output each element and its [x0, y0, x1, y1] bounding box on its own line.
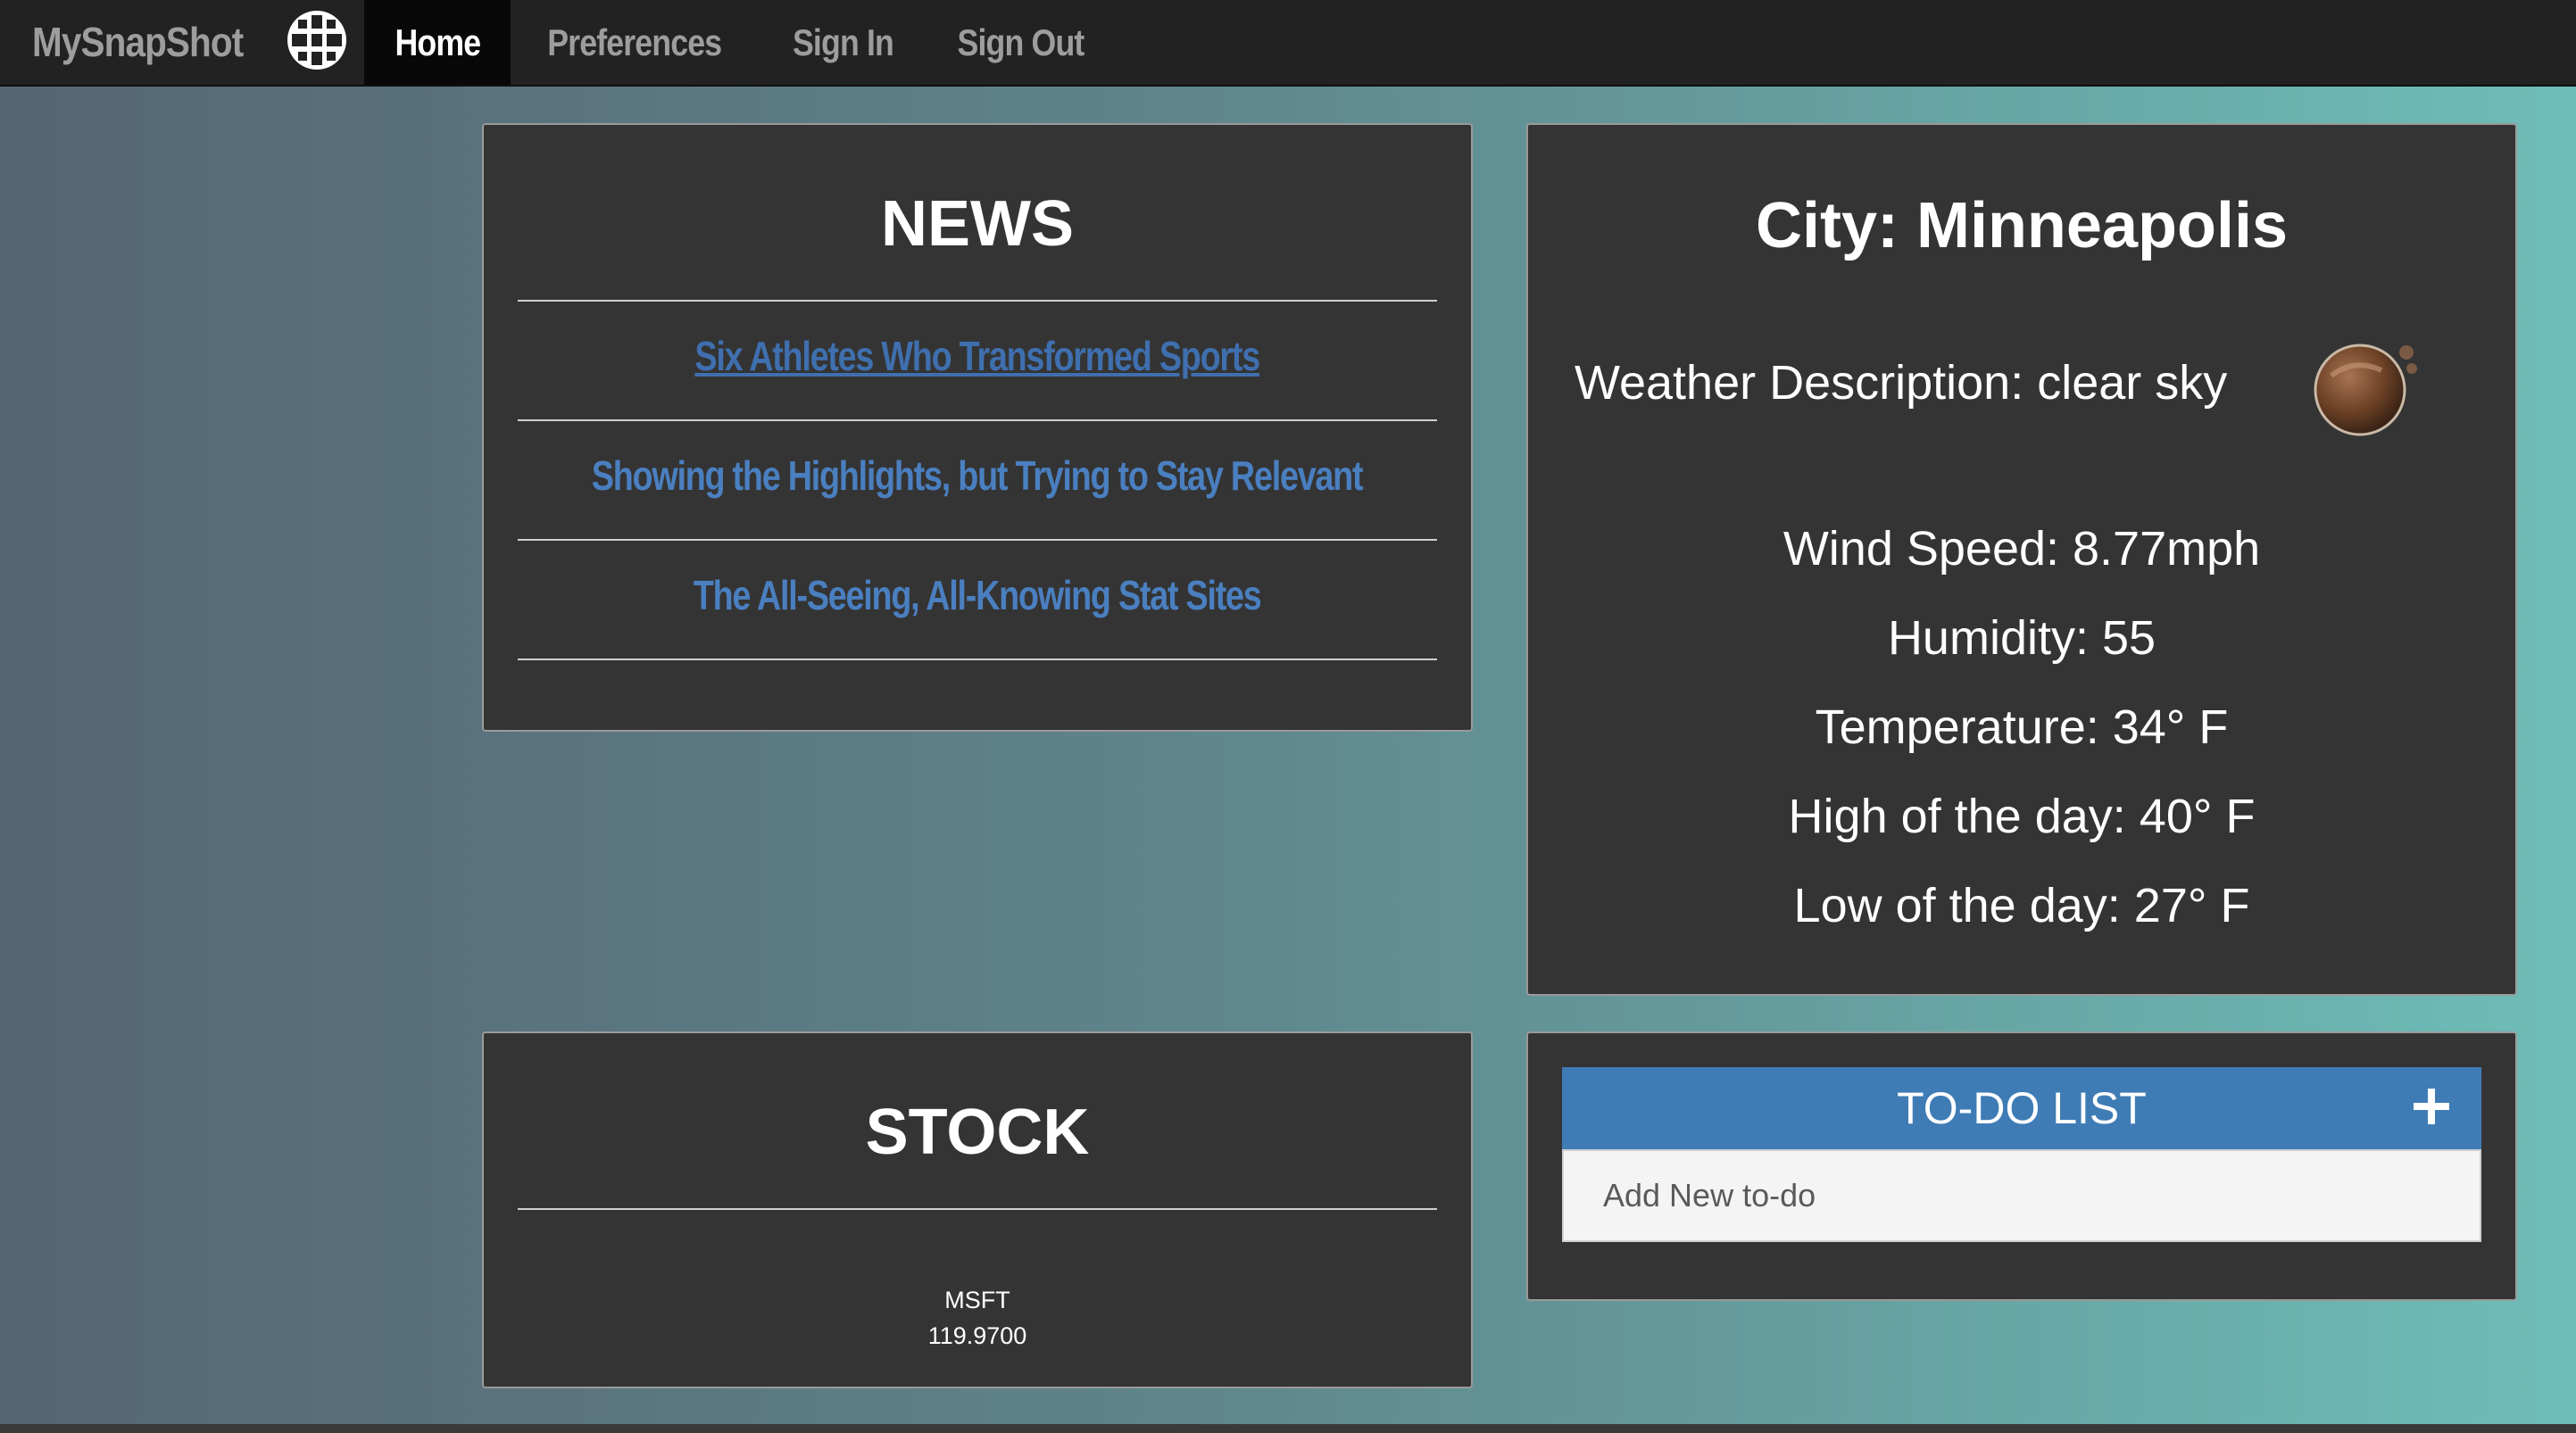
divider: [518, 539, 1437, 541]
nav-sign-out[interactable]: Sign Out: [937, 0, 1103, 85]
nav-preferences[interactable]: Preferences: [523, 0, 746, 85]
moon-night-icon: [2314, 344, 2417, 436]
stock-price: 119.9700: [927, 1322, 1027, 1349]
brand-logo-text[interactable]: MySnapShot: [32, 0, 244, 85]
high-temperature: High of the day: 40° F: [1788, 790, 2256, 843]
news-link[interactable]: The All-Seeing, All-Knowing Stat Sites: [484, 571, 1471, 619]
low-temperature: Low of the day: 27° F: [1793, 879, 2250, 932]
weather-panel: City: Minneapolis Weather Description: c…: [1526, 123, 2517, 996]
nav-home[interactable]: Home: [364, 0, 511, 85]
nav-sign-in[interactable]: Sign In: [769, 0, 917, 85]
stock-symbol: MSFT: [944, 1287, 1010, 1313]
todo-title: TO-DO LIST: [1897, 1083, 2147, 1133]
city-title: City: Minneapolis: [1755, 190, 2289, 261]
news-link[interactable]: Six Athletes Who Transformed Sports: [484, 332, 1471, 380]
todo-header: TO-DO LIST: [1562, 1067, 2481, 1149]
humidity: Humidity: 55: [1887, 611, 2156, 665]
add-todo-input[interactable]: [1562, 1149, 2481, 1242]
news-panel: NEWS Six Athletes Who Transformed Sports…: [482, 123, 1473, 732]
top-navbar: MySnapShot Home Preferences Sign In Sign…: [0, 0, 2576, 87]
plus-icon[interactable]: [2410, 1085, 2453, 1128]
divider: [518, 1208, 1437, 1210]
divider: [518, 419, 1437, 421]
divider: [518, 300, 1437, 302]
divider: [518, 659, 1437, 660]
news-link[interactable]: Showing the Highlights, but Trying to St…: [484, 451, 1471, 500]
news-title: NEWS: [881, 188, 1074, 260]
weather-description: Weather Description: clear sky: [1575, 356, 2228, 410]
page-bottom-edge: [0, 1424, 2576, 1433]
globe-icon: [287, 11, 346, 70]
stock-title: STOCK: [865, 1097, 1090, 1168]
stock-panel: STOCK MSFT 119.9700: [482, 1031, 1473, 1388]
temperature: Temperature: 34° F: [1815, 700, 2229, 754]
todo-panel: TO-DO LIST: [1526, 1031, 2517, 1301]
wind-speed: Wind Speed: 8.77mph: [1782, 522, 2261, 576]
